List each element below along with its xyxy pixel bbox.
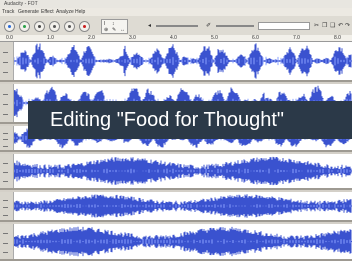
waveform[interactable] bbox=[14, 224, 352, 259]
cut-icon[interactable]: ✂ bbox=[314, 23, 319, 29]
toolbar: I ↕ ⊕ ✎ ↔ ◂ ✐ ✂ ❐ ❑ ↶ ↷ bbox=[0, 16, 352, 36]
microphone-icon: ✐ bbox=[206, 23, 212, 29]
audio-track[interactable] bbox=[0, 192, 352, 222]
track-control-panel[interactable] bbox=[0, 42, 14, 80]
menu-analyze[interactable]: Analyze bbox=[56, 8, 74, 16]
waveform[interactable] bbox=[14, 42, 352, 80]
tools-toolbar: I ↕ ⊕ ✎ ↔ bbox=[101, 19, 128, 34]
ruler-tick: 6.0 bbox=[252, 35, 259, 41]
zoom-tool-icon[interactable]: ⊕ bbox=[104, 27, 108, 33]
speaker-icon: ◂ bbox=[148, 23, 152, 29]
pause-button[interactable] bbox=[4, 21, 15, 32]
ruler-tick: 7.0 bbox=[293, 35, 300, 41]
ruler-tick: 4.0 bbox=[170, 35, 177, 41]
copy-icon[interactable]: ❐ bbox=[322, 23, 327, 29]
menu-generate[interactable]: Generate bbox=[18, 8, 39, 16]
play-button[interactable] bbox=[19, 21, 30, 32]
menu-help[interactable]: Help bbox=[75, 8, 85, 16]
ruler-tick: 2.0 bbox=[88, 35, 95, 41]
ruler-tick: 1.0 bbox=[47, 35, 54, 41]
window-title: Audacity - FOT bbox=[4, 1, 38, 7]
ruler-tick: 0.0 bbox=[6, 35, 13, 41]
audio-track[interactable] bbox=[0, 42, 352, 82]
stop-button[interactable] bbox=[34, 21, 45, 32]
caption-text: Editing "Food for Thought" bbox=[50, 109, 284, 131]
redo-icon[interactable]: ↷ bbox=[345, 23, 350, 29]
waveform[interactable] bbox=[14, 192, 352, 220]
ruler-tick: 3.0 bbox=[129, 35, 136, 41]
menu-track[interactable]: Track bbox=[2, 8, 14, 16]
skip-start-button[interactable] bbox=[49, 21, 60, 32]
recording-volume-slider[interactable] bbox=[216, 25, 254, 27]
title-bar: Audacity - FOT bbox=[0, 0, 352, 8]
caption-overlay: Editing "Food for Thought" bbox=[28, 101, 352, 139]
undo-icon[interactable]: ↶ bbox=[338, 23, 343, 29]
level-meter[interactable] bbox=[258, 22, 310, 30]
audio-track[interactable] bbox=[0, 154, 352, 190]
ruler-tick: 8.0 bbox=[334, 35, 341, 41]
track-control-panel[interactable] bbox=[0, 126, 14, 150]
timeline-ruler[interactable]: 0.0 1.0 2.0 3.0 4.0 5.0 6.0 7.0 8.0 bbox=[0, 35, 352, 42]
skip-end-button[interactable] bbox=[64, 21, 75, 32]
menu-effect[interactable]: Effect bbox=[41, 8, 54, 16]
track-control-panel[interactable] bbox=[0, 192, 14, 220]
menu-bar: Track Generate Effect Analyze Help bbox=[0, 8, 352, 16]
playback-volume-slider[interactable] bbox=[156, 25, 198, 27]
audio-track[interactable] bbox=[0, 224, 352, 261]
track-control-panel[interactable] bbox=[0, 84, 14, 122]
record-button[interactable] bbox=[79, 21, 90, 32]
track-control-panel[interactable] bbox=[0, 154, 14, 188]
timeshift-tool-icon[interactable]: ↔ bbox=[120, 27, 125, 33]
ruler-tick: 5.0 bbox=[211, 35, 218, 41]
track-control-panel[interactable] bbox=[0, 224, 14, 259]
audacity-window: Audacity - FOT Track Generate Effect Ana… bbox=[0, 0, 352, 261]
paste-icon[interactable]: ❑ bbox=[330, 23, 335, 29]
draw-tool-icon[interactable]: ✎ bbox=[112, 27, 116, 33]
waveform[interactable] bbox=[14, 154, 352, 188]
